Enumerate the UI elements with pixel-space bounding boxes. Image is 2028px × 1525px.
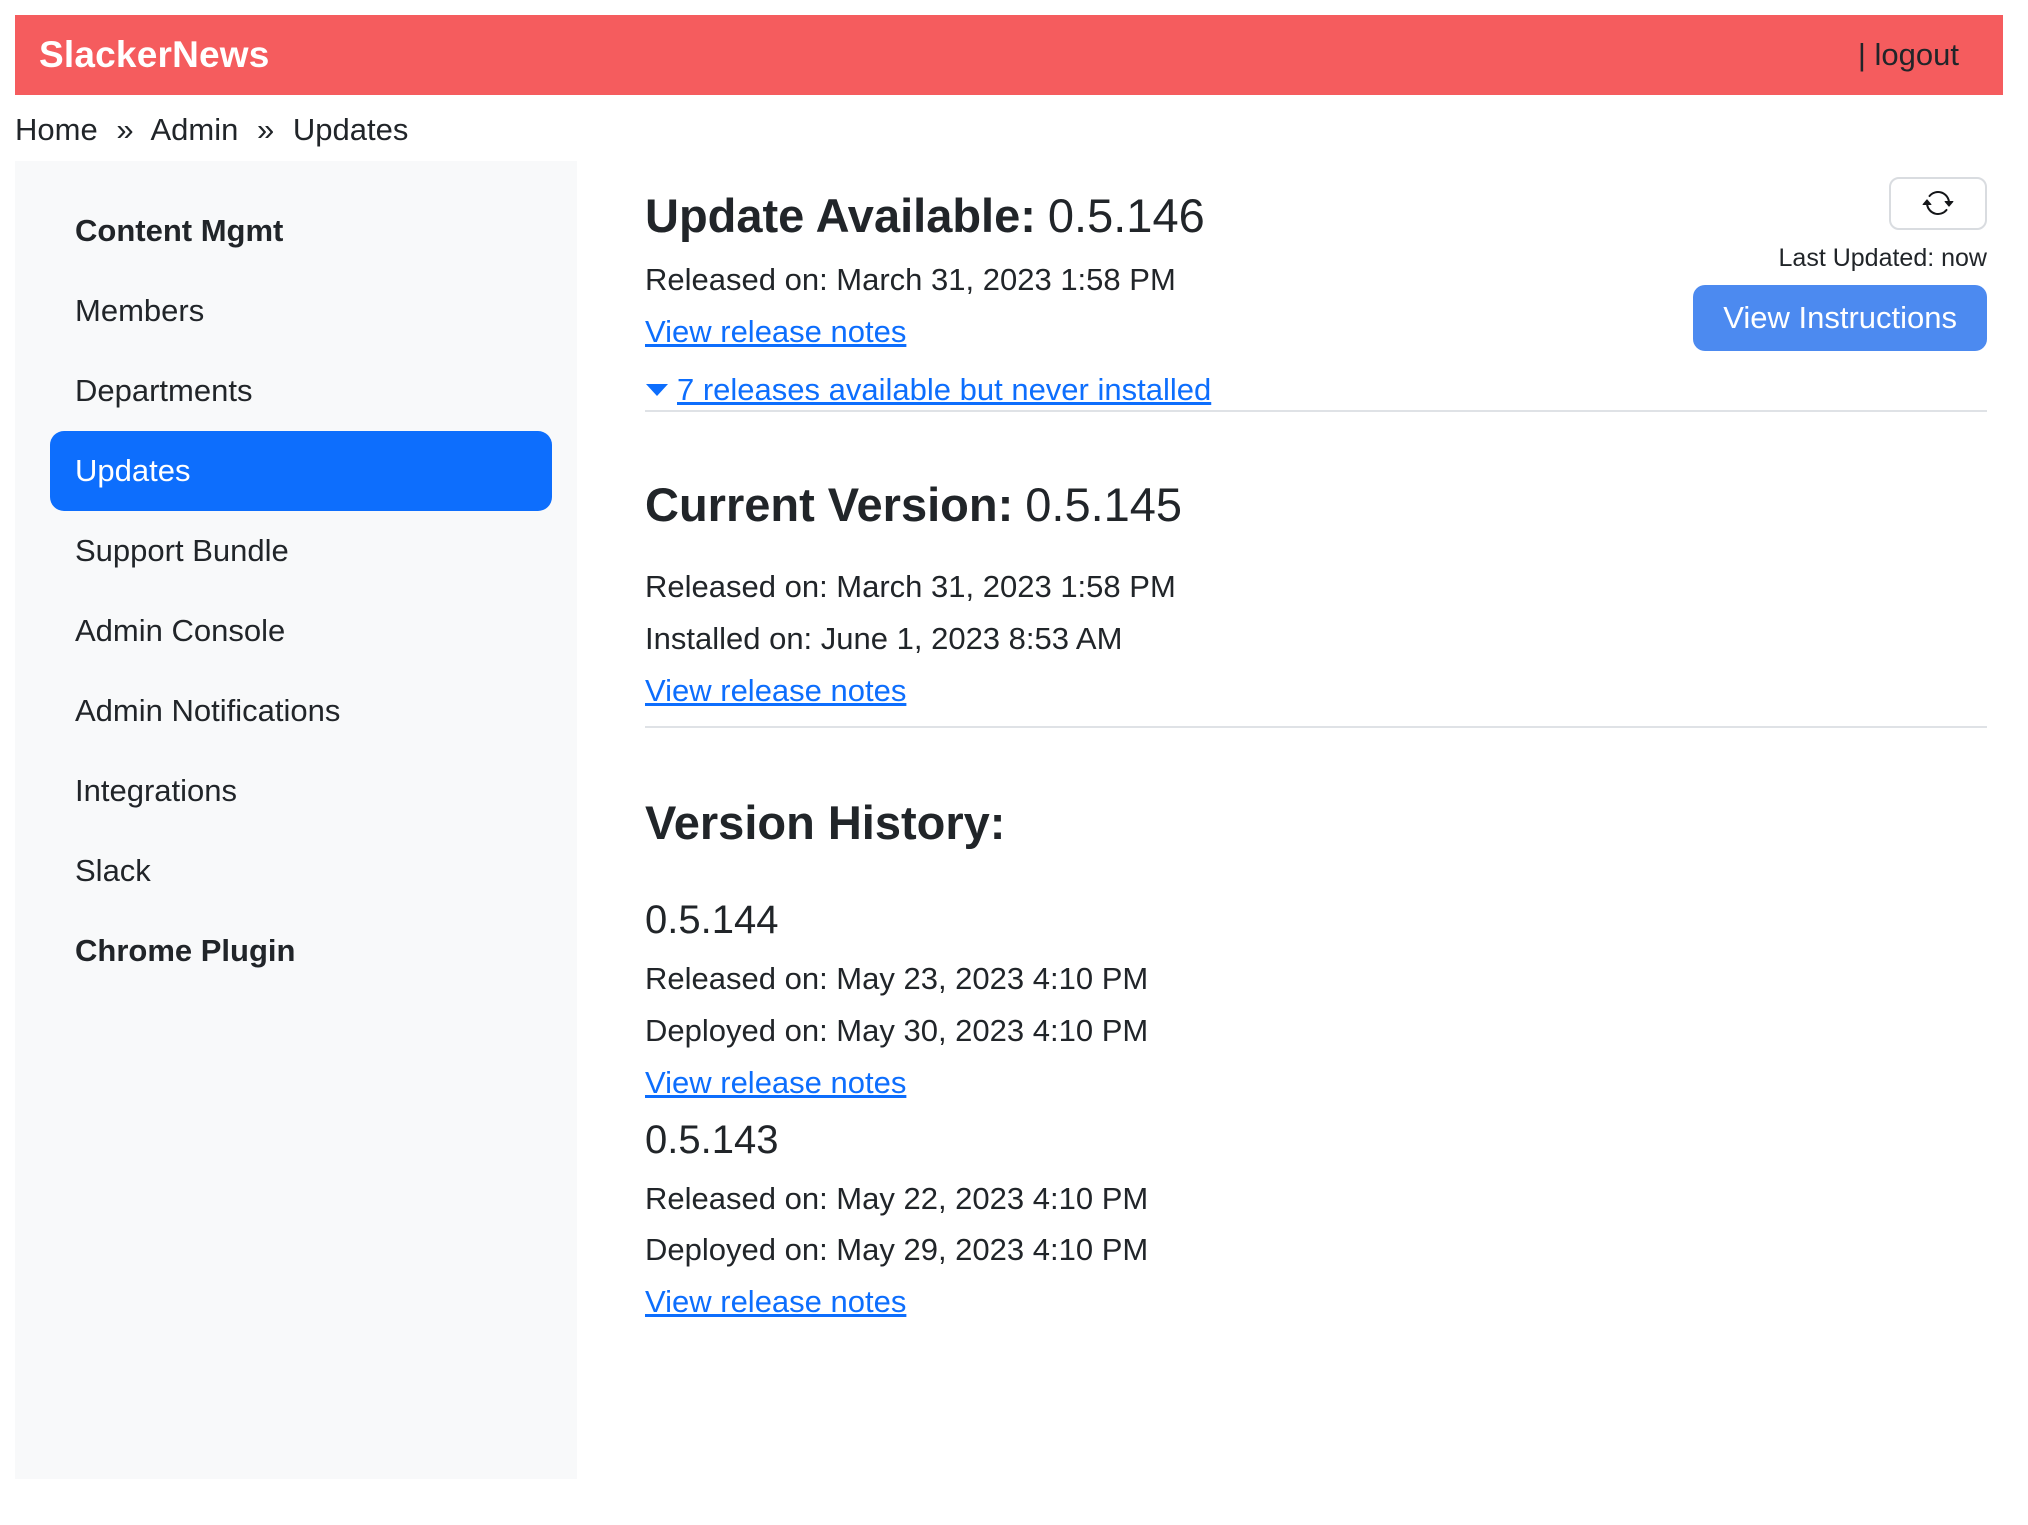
history-version-number: 0.5.143 bbox=[645, 1118, 1987, 1162]
sidebar-item-updates[interactable]: Updates bbox=[50, 431, 552, 511]
history-release-notes-link[interactable]: View release notes bbox=[645, 1065, 906, 1100]
breadcrumb-separator: » bbox=[116, 112, 133, 147]
sidebar-item-members[interactable]: Members bbox=[50, 271, 552, 351]
refresh-button[interactable] bbox=[1889, 177, 1987, 230]
current-release-notes-link[interactable]: View release notes bbox=[645, 673, 906, 708]
version-history-heading: Version History: bbox=[645, 796, 1987, 850]
sidebar-item-departments[interactable]: Departments bbox=[50, 351, 552, 431]
content-layout: Content Mgmt Members Departments Updates… bbox=[0, 161, 2028, 1479]
update-available-version: 0.5.146 bbox=[1048, 189, 1205, 242]
updates-main: Last Updated: now View Instructions Upda… bbox=[645, 161, 1987, 1337]
version-history-entry: 0.5.143 Released on: May 22, 2023 4:10 P… bbox=[645, 1118, 1987, 1324]
sidebar-item-content-mgmt[interactable]: Content Mgmt bbox=[50, 191, 552, 271]
version-history-list: 0.5.144 Released on: May 23, 2023 4:10 P… bbox=[645, 898, 1987, 1323]
caret-down-icon bbox=[645, 379, 669, 399]
current-released-on: Released on: March 31, 2023 1:58 PM bbox=[645, 566, 1987, 608]
history-release-notes-link[interactable]: View release notes bbox=[645, 1284, 906, 1319]
sidebar-item-admin-console[interactable]: Admin Console bbox=[50, 591, 552, 671]
version-history-label: Version History: bbox=[645, 796, 1005, 849]
version-history-section: Version History: 0.5.144 Released on: Ma… bbox=[645, 728, 1987, 1323]
sidebar-item-support-bundle[interactable]: Support Bundle bbox=[50, 511, 552, 591]
history-deployed-on: Deployed on: May 30, 2023 4:10 PM bbox=[645, 1010, 1987, 1052]
sidebar-item-admin-notifications[interactable]: Admin Notifications bbox=[50, 671, 552, 751]
version-history-entry: 0.5.144 Released on: May 23, 2023 4:10 P… bbox=[645, 898, 1987, 1104]
breadcrumb-admin[interactable]: Admin bbox=[150, 112, 238, 147]
tool-panel: Last Updated: now View Instructions bbox=[1693, 177, 1987, 351]
breadcrumb: Home » Admin » Updates bbox=[15, 111, 2028, 149]
view-instructions-button[interactable]: View Instructions bbox=[1693, 285, 1987, 351]
current-version-heading: Current Version:0.5.145 bbox=[645, 478, 1987, 532]
admin-sidebar: Content Mgmt Members Departments Updates… bbox=[15, 161, 577, 1479]
sidebar-item-slack[interactable]: Slack bbox=[50, 831, 552, 911]
refresh-icon bbox=[1922, 187, 1954, 219]
current-version-section: Current Version:0.5.145 Released on: Mar… bbox=[645, 412, 1987, 712]
current-version-number: 0.5.145 bbox=[1025, 478, 1182, 531]
history-deployed-on: Deployed on: May 29, 2023 4:10 PM bbox=[645, 1229, 1987, 1271]
history-version-number: 0.5.144 bbox=[645, 898, 1987, 942]
history-released-on: Released on: May 23, 2023 4:10 PM bbox=[645, 958, 1987, 1000]
logout-link[interactable]: | logout bbox=[1858, 37, 1959, 73]
history-released-on: Released on: May 22, 2023 4:10 PM bbox=[645, 1178, 1987, 1220]
current-version-label: Current Version: bbox=[645, 478, 1013, 531]
update-release-notes-link[interactable]: View release notes bbox=[645, 314, 906, 349]
current-installed-on: Installed on: June 1, 2023 8:53 AM bbox=[645, 618, 1987, 660]
top-bar: SlackerNews | logout bbox=[15, 15, 2003, 95]
never-installed-link[interactable]: 7 releases available but never installed bbox=[677, 369, 1211, 411]
last-updated-text: Last Updated: now bbox=[1779, 244, 1987, 273]
never-installed-line: 7 releases available but never installed bbox=[645, 369, 1987, 411]
sidebar-item-chrome-plugin[interactable]: Chrome Plugin bbox=[50, 911, 552, 991]
breadcrumb-updates[interactable]: Updates bbox=[293, 112, 408, 147]
breadcrumb-separator: » bbox=[257, 112, 274, 147]
app-title: SlackerNews bbox=[39, 34, 270, 76]
sidebar-item-integrations[interactable]: Integrations bbox=[50, 751, 552, 831]
update-available-label: Update Available: bbox=[645, 189, 1036, 242]
breadcrumb-home[interactable]: Home bbox=[15, 112, 98, 147]
